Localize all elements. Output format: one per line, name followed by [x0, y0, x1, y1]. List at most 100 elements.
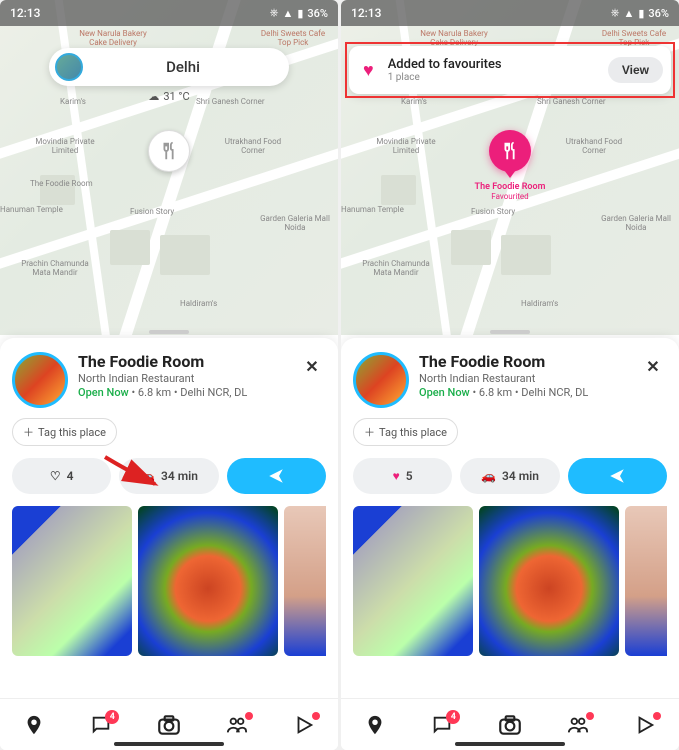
place-photo[interactable] [353, 506, 473, 656]
nav-chat[interactable]: 4 [422, 714, 462, 736]
status-time: 12:13 [351, 6, 381, 20]
plus-icon: ＋ [364, 424, 375, 440]
send-button[interactable] [227, 458, 326, 494]
nav-play[interactable] [625, 714, 665, 736]
place-title: The Foodie Room [78, 352, 288, 371]
toast-title: Added to favourites [388, 57, 608, 72]
drag-handle[interactable] [149, 330, 189, 334]
close-button[interactable]: ✕ [639, 352, 667, 380]
play-badge [312, 712, 320, 720]
search-text: Delhi [83, 58, 283, 76]
map-poi: Utrakhand Food Corner [218, 138, 288, 156]
close-button[interactable]: ✕ [298, 352, 326, 380]
toast-view-button[interactable]: View [608, 57, 663, 83]
friends-badge [586, 712, 594, 720]
chat-badge: 4 [105, 710, 119, 724]
heart-outline-icon: ♡ [50, 469, 61, 483]
map-poi: Karim's [401, 98, 427, 107]
tag-place-button[interactable]: ＋ Tag this place [353, 418, 458, 446]
map-poi: Delhi Sweets Cafe Top Pick [599, 30, 669, 48]
cloud-icon: ☁ [148, 90, 159, 103]
map-poi: Fusion Story [471, 208, 515, 217]
map-poi: New Narula Bakery Cake Delivery [78, 30, 148, 48]
signal-icon: ▮ [297, 7, 303, 20]
phone-right: 12:13 ⎈ ▲ ▮ 36% New Narula Bakery Cake D… [341, 0, 679, 750]
place-pin[interactable] [148, 130, 190, 172]
send-icon [267, 467, 285, 485]
place-sheet[interactable]: The Foodie Room North Indian Restaurant … [341, 338, 679, 698]
place-meta: Open Now • 6.8 km • Delhi NCR, DL [419, 386, 629, 399]
place-avatar[interactable] [12, 352, 68, 408]
camera-icon [156, 712, 182, 738]
nav-friends[interactable] [558, 714, 598, 736]
car-icon: 🚗 [481, 469, 496, 483]
map-poi: Haldiram's [180, 300, 217, 309]
map-poi: Utrakhand Food Corner [559, 138, 629, 156]
nav-friends[interactable] [217, 714, 257, 736]
place-category: North Indian Restaurant [419, 372, 629, 385]
signal-icon: ▮ [638, 7, 644, 20]
map-poi: Prachin Chamunda Mata Mandir [361, 260, 431, 278]
status-bar: 12:13 ⎈ ▲ ▮ 36% [0, 0, 338, 26]
map-poi: Fusion Story [130, 208, 174, 217]
map-poi: Garden Galeria Mall Noida [601, 215, 671, 233]
place-avatar[interactable] [353, 352, 409, 408]
plus-icon: ＋ [23, 424, 34, 440]
send-button[interactable] [568, 458, 667, 494]
like-button[interactable]: ♡ 4 [12, 458, 111, 494]
nav-map[interactable] [355, 714, 395, 736]
search-bar[interactable]: Delhi [49, 48, 289, 86]
send-icon [608, 467, 626, 485]
place-category: North Indian Restaurant [78, 372, 288, 385]
wifi-icon: ▲ [623, 7, 634, 20]
map-pin-icon [23, 714, 45, 736]
like-button-active[interactable]: ♥ 5 [353, 458, 452, 494]
map-poi: Haldiram's [521, 300, 558, 309]
map[interactable]: New Narula Bakery Cake Delivery Delhi Sw… [341, 0, 679, 335]
status-right: ⎈ ▲ ▮ 36% [611, 6, 669, 20]
place-pin-favourited[interactable] [489, 130, 531, 172]
map-poi: New Narula Bakery Cake Delivery [419, 30, 489, 48]
nav-play[interactable] [284, 714, 324, 736]
location-icon: ⎈ [270, 6, 279, 20]
place-photo[interactable] [284, 506, 326, 656]
place-photo[interactable] [625, 506, 667, 656]
home-indicator [455, 742, 565, 746]
map-poi: Shri Ganesh Corner [537, 98, 606, 107]
place-photo[interactable] [138, 506, 278, 656]
map-poi: The Foodie Room [30, 180, 93, 189]
map-pin-icon [364, 714, 386, 736]
chat-badge: 4 [446, 710, 460, 724]
wifi-icon: ▲ [282, 7, 293, 20]
place-sheet[interactable]: The Foodie Room North Indian Restaurant … [0, 338, 338, 698]
photo-strip[interactable] [12, 506, 326, 656]
nav-chat[interactable]: 4 [81, 714, 121, 736]
drive-time[interactable]: 🚗 34 min [460, 458, 559, 494]
map-poi: Karim's [60, 98, 86, 107]
place-photo[interactable] [479, 506, 619, 656]
battery-text: 36% [648, 7, 669, 20]
photo-strip[interactable] [353, 506, 667, 656]
nav-map[interactable] [14, 714, 54, 736]
drive-time[interactable]: 🚗 34 min [119, 458, 218, 494]
map[interactable]: New Narula Bakery Cake Delivery Delhi Sw… [0, 0, 338, 335]
map-poi: Movindia Private Limited [371, 138, 441, 156]
map-poi: Hanuman Temple [0, 206, 63, 215]
map-poi: Delhi Sweets Cafe Top Pick [258, 30, 328, 48]
avatar[interactable] [55, 53, 83, 81]
map-poi: Hanuman Temple [341, 206, 404, 215]
status-right: ⎈ ▲ ▮ 36% [270, 6, 328, 20]
nav-camera[interactable] [490, 712, 530, 738]
nav-camera[interactable] [149, 712, 189, 738]
status-time: 12:13 [10, 6, 40, 20]
location-icon: ⎈ [611, 6, 620, 20]
weather: ☁ 31 °C [148, 90, 189, 103]
tag-place-button[interactable]: ＋ Tag this place [12, 418, 117, 446]
pin-label: The Foodie Room Favourited [475, 182, 546, 201]
map-poi: Prachin Chamunda Mata Mandir [20, 260, 90, 278]
place-photo[interactable] [12, 506, 132, 656]
camera-icon [497, 712, 523, 738]
car-icon: 🚗 [140, 469, 155, 483]
drag-handle[interactable] [490, 330, 530, 334]
toast-subtitle: 1 place [388, 72, 608, 83]
